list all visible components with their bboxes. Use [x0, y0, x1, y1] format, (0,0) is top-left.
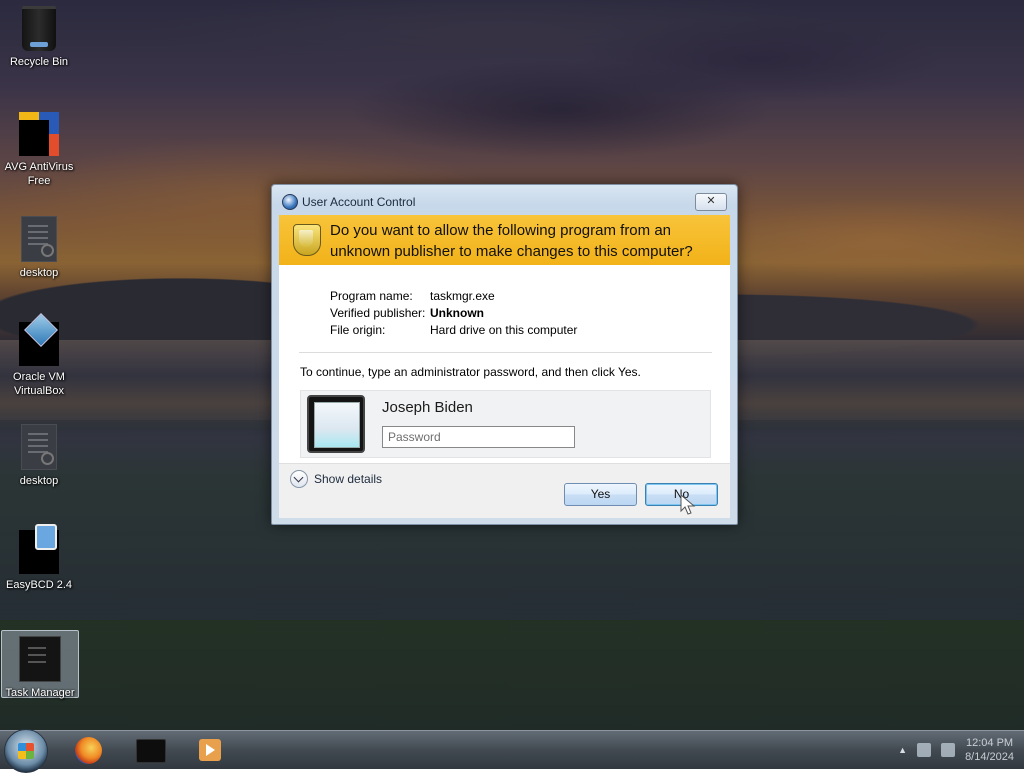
file-origin-label: File origin:: [330, 323, 386, 337]
close-button[interactable]: ✕: [695, 193, 727, 211]
virtualbox-icon: [19, 322, 59, 366]
dialog-body: Do you want to allow the following progr…: [279, 215, 730, 518]
volume-icon[interactable]: [941, 743, 956, 757]
taskbar-media-player[interactable]: [185, 733, 235, 767]
desktop-icon-label: Oracle VM VirtualBox: [13, 371, 65, 397]
file-origin-value: Hard drive on this computer: [430, 323, 578, 337]
document-icon: [21, 216, 57, 262]
task-manager-shortcut[interactable]: Task Manager: [1, 630, 79, 699]
taskbar-firefox[interactable]: [63, 733, 113, 767]
desktop-file-shortcut-2[interactable]: desktop: [1, 424, 77, 488]
avg-antivirus-icon: [19, 112, 59, 156]
program-details: Program name: taskmgr.exe Verified publi…: [330, 288, 577, 339]
user-avatar: [314, 402, 360, 448]
desktop-file-shortcut[interactable]: desktop: [1, 216, 77, 280]
clock-time: 12:04 PM: [965, 737, 1014, 749]
system-tray: ▲ 12:04 PM 8/14/2024: [898, 731, 1014, 769]
clock[interactable]: 12:04 PM 8/14/2024: [965, 736, 1014, 764]
user-avatar-frame: [307, 395, 365, 453]
clock-date: 8/14/2024: [965, 751, 1014, 763]
desktop-icon-label: Recycle Bin: [9, 56, 69, 68]
program-name-label: Program name:: [330, 289, 413, 303]
divider: [299, 352, 712, 353]
desktop-icon-label: Task Manager: [5, 687, 75, 699]
recycle-bin-shortcut[interactable]: Recycle Bin: [1, 6, 77, 69]
show-details-toggle[interactable]: Show details: [290, 470, 382, 488]
avg-antivirus-shortcut[interactable]: AVG AntiVirus Free: [1, 112, 77, 188]
publisher-label: Verified publisher:: [330, 306, 426, 320]
program-name-value: taskmgr.exe: [430, 289, 495, 303]
dialog-titlebar[interactable]: User Account Control ✕: [272, 185, 737, 213]
password-input[interactable]: [382, 426, 575, 448]
dialog-title: User Account Control: [302, 195, 416, 209]
virtualbox-shortcut[interactable]: Oracle VM VirtualBox: [1, 322, 77, 398]
warning-banner: Do you want to allow the following progr…: [279, 215, 730, 265]
show-hidden-icons-icon[interactable]: ▲: [898, 745, 907, 755]
chevron-down-icon[interactable]: [290, 470, 308, 488]
uac-app-icon: [282, 194, 298, 210]
uac-dialog: User Account Control ✕ Do you want to al…: [271, 184, 738, 525]
show-details-label: Show details: [314, 472, 383, 486]
easybcd-shortcut[interactable]: EasyBCD 2.4: [1, 524, 77, 592]
publisher-value: Unknown: [430, 306, 484, 320]
easybcd-icon: [19, 524, 59, 574]
desktop-icon-label: EasyBCD 2.4: [5, 579, 73, 591]
username: Joseph Biden: [382, 399, 473, 416]
instruction-text: To continue, type an administrator passw…: [300, 365, 641, 379]
shield-icon: [293, 224, 321, 256]
taskbar-virtualbox[interactable]: [125, 733, 175, 767]
uac-question: Do you want to allow the following progr…: [330, 222, 693, 260]
network-icon[interactable]: [917, 743, 932, 757]
firefox-icon: [75, 737, 102, 764]
recycle-bin-icon: [22, 6, 56, 51]
media-player-icon: [199, 739, 221, 761]
task-manager-icon: [19, 636, 61, 682]
yes-button[interactable]: Yes: [564, 483, 637, 506]
credential-tile[interactable]: Joseph Biden: [300, 390, 711, 458]
desktop-icon-label: desktop: [19, 267, 59, 279]
taskbar: ▲ 12:04 PM 8/14/2024: [0, 729, 1024, 773]
desktop-icon-label: AVG AntiVirus Free: [4, 161, 74, 187]
document-icon: [21, 424, 57, 470]
start-button[interactable]: [4, 729, 48, 773]
desktop-icon-label: desktop: [19, 475, 59, 487]
virtualbox-icon: [136, 739, 166, 763]
